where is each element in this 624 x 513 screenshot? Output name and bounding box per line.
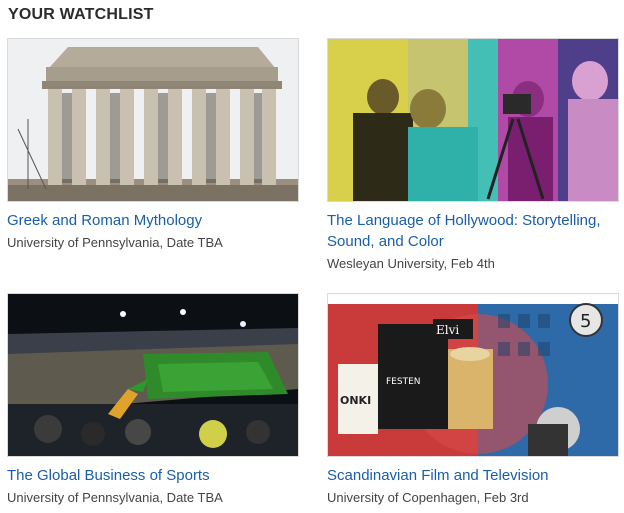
course-title-link[interactable]: The Language of Hollywood: Storytelling,… — [327, 210, 619, 252]
course-university-date: University of Copenhagen, Feb 3rd — [327, 490, 529, 505]
course-university-date: University of Pennsylvania, Date TBA — [7, 490, 223, 505]
watchlist-heading: YOUR WATCHLIST — [8, 6, 154, 23]
course-image-film-collage[interactable]: FESTEN Elvi ONKI 5 — [327, 293, 619, 457]
course-title-link[interactable]: Scandinavian Film and Television — [327, 465, 619, 486]
course-title-link[interactable]: Greek and Roman Mythology — [7, 210, 299, 231]
countdown-number: 5 — [580, 311, 591, 332]
course-card-language-of-hollywood: The Language of Hollywood: Storytelling,… — [327, 38, 619, 273]
course-title-link[interactable]: The Global Business of Sports — [7, 465, 299, 486]
poster-side-text: Elvi — [436, 323, 459, 337]
course-university-date: Wesleyan University, Feb 4th — [327, 256, 495, 271]
course-card-global-business-of-sports: The Global Business of Sports University… — [7, 293, 299, 507]
course-university-date: University of Pennsylvania, Date TBA — [7, 235, 223, 250]
course-image-parthenon[interactable] — [7, 38, 299, 202]
course-card-greek-roman-mythology: Greek and Roman Mythology University of … — [7, 38, 299, 252]
course-image-stadium[interactable] — [7, 293, 299, 457]
poster-left-text: ONKI — [340, 394, 371, 407]
poster-main-text: FESTEN — [386, 377, 421, 387]
course-card-scandinavian-film: FESTEN Elvi ONKI 5 Scandinavian Film and… — [327, 293, 619, 507]
course-image-colorized-film-still[interactable] — [327, 38, 619, 202]
